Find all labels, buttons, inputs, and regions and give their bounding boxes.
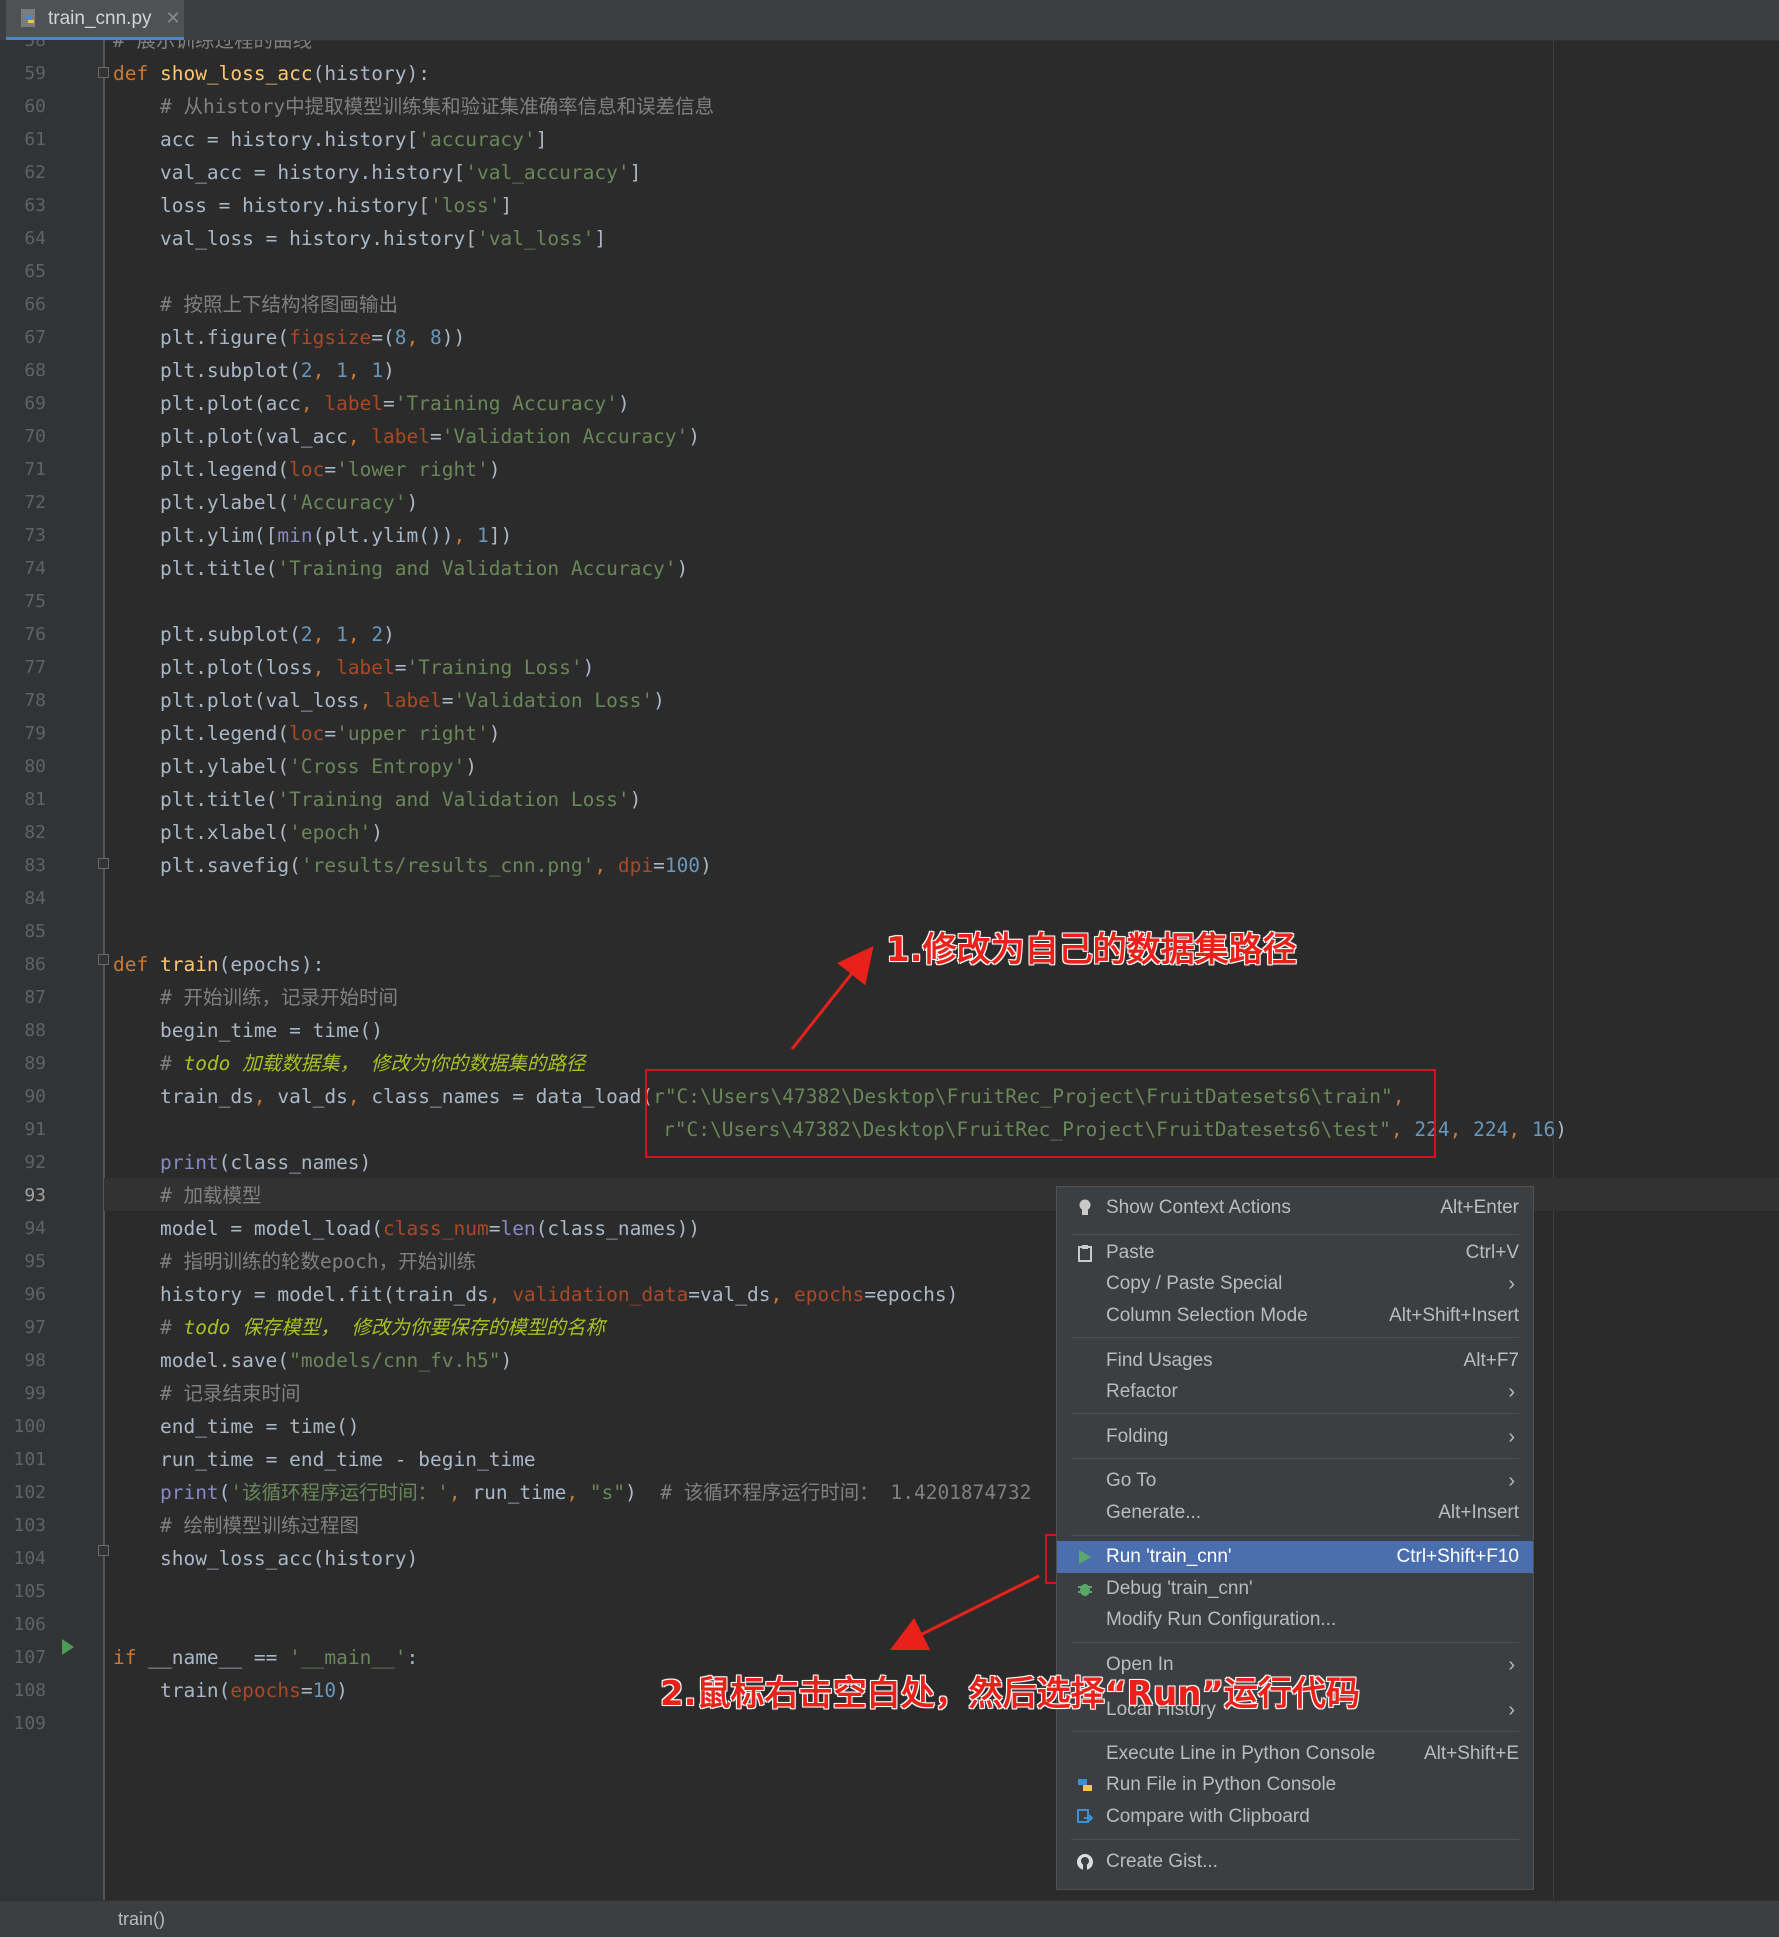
python-console-icon — [1075, 1775, 1095, 1795]
context-menu: Show Context Actions Alt+Enter Paste Ctr… — [1056, 1186, 1534, 1890]
compare-icon — [1075, 1807, 1095, 1827]
menu-folding[interactable]: Folding › — [1057, 1421, 1533, 1453]
run-play-icon — [1075, 1547, 1095, 1567]
lightbulb-icon — [1075, 1198, 1095, 1218]
menu-compare-with-clipboard[interactable]: Compare with Clipboard — [1057, 1801, 1533, 1833]
menu-go-to[interactable]: Go To › — [1057, 1465, 1533, 1497]
menu-debug-train-cnn[interactable]: Debug 'train_cnn' — [1057, 1573, 1533, 1605]
debug-bug-icon — [1075, 1579, 1095, 1599]
submenu-chevron-icon: › — [1508, 1698, 1515, 1721]
menu-run-file-python-console[interactable]: Run File in Python Console — [1057, 1769, 1533, 1801]
menu-refactor[interactable]: Refactor › — [1057, 1376, 1533, 1408]
annotation-step1: 1.修改为自己的数据集路径 — [886, 930, 1297, 970]
menu-paste[interactable]: Paste Ctrl+V — [1057, 1237, 1533, 1269]
submenu-chevron-icon: › — [1508, 1425, 1515, 1448]
menu-run-train-cnn[interactable]: Run 'train_cnn' Ctrl+Shift+F10 — [1057, 1541, 1533, 1573]
menu-column-selection-mode[interactable]: Column Selection Mode Alt+Shift+Insert — [1057, 1300, 1533, 1332]
submenu-chevron-icon: › — [1508, 1380, 1515, 1403]
breadcrumb-function[interactable]: train() — [118, 1909, 165, 1930]
menu-create-gist[interactable]: Create Gist... — [1057, 1846, 1533, 1878]
menu-copy-paste-special[interactable]: Copy / Paste Special › — [1057, 1268, 1533, 1300]
menu-find-usages[interactable]: Find Usages Alt+F7 — [1057, 1345, 1533, 1377]
clipboard-icon — [1075, 1243, 1095, 1263]
annotation-step2: 2.鼠标右击空白处，然后选择“Run”运行代码 — [660, 1674, 1360, 1714]
menu-show-context-actions[interactable]: Show Context Actions Alt+Enter — [1057, 1192, 1533, 1224]
menu-modify-run-configuration[interactable]: Modify Run Configuration... — [1057, 1604, 1533, 1636]
arrow-to-step1 — [790, 945, 874, 1050]
submenu-chevron-icon: › — [1508, 1272, 1515, 1295]
github-icon — [1075, 1852, 1095, 1872]
breadcrumb-bar: train() — [0, 1900, 1779, 1937]
menu-generate[interactable]: Generate... Alt+Insert — [1057, 1497, 1533, 1529]
arrow-to-step2 — [889, 1574, 1040, 1651]
submenu-chevron-icon: › — [1508, 1469, 1515, 1492]
menu-execute-line-python-console[interactable]: Execute Line in Python Console Alt+Shift… — [1057, 1738, 1533, 1770]
submenu-chevron-icon: › — [1508, 1653, 1515, 1676]
